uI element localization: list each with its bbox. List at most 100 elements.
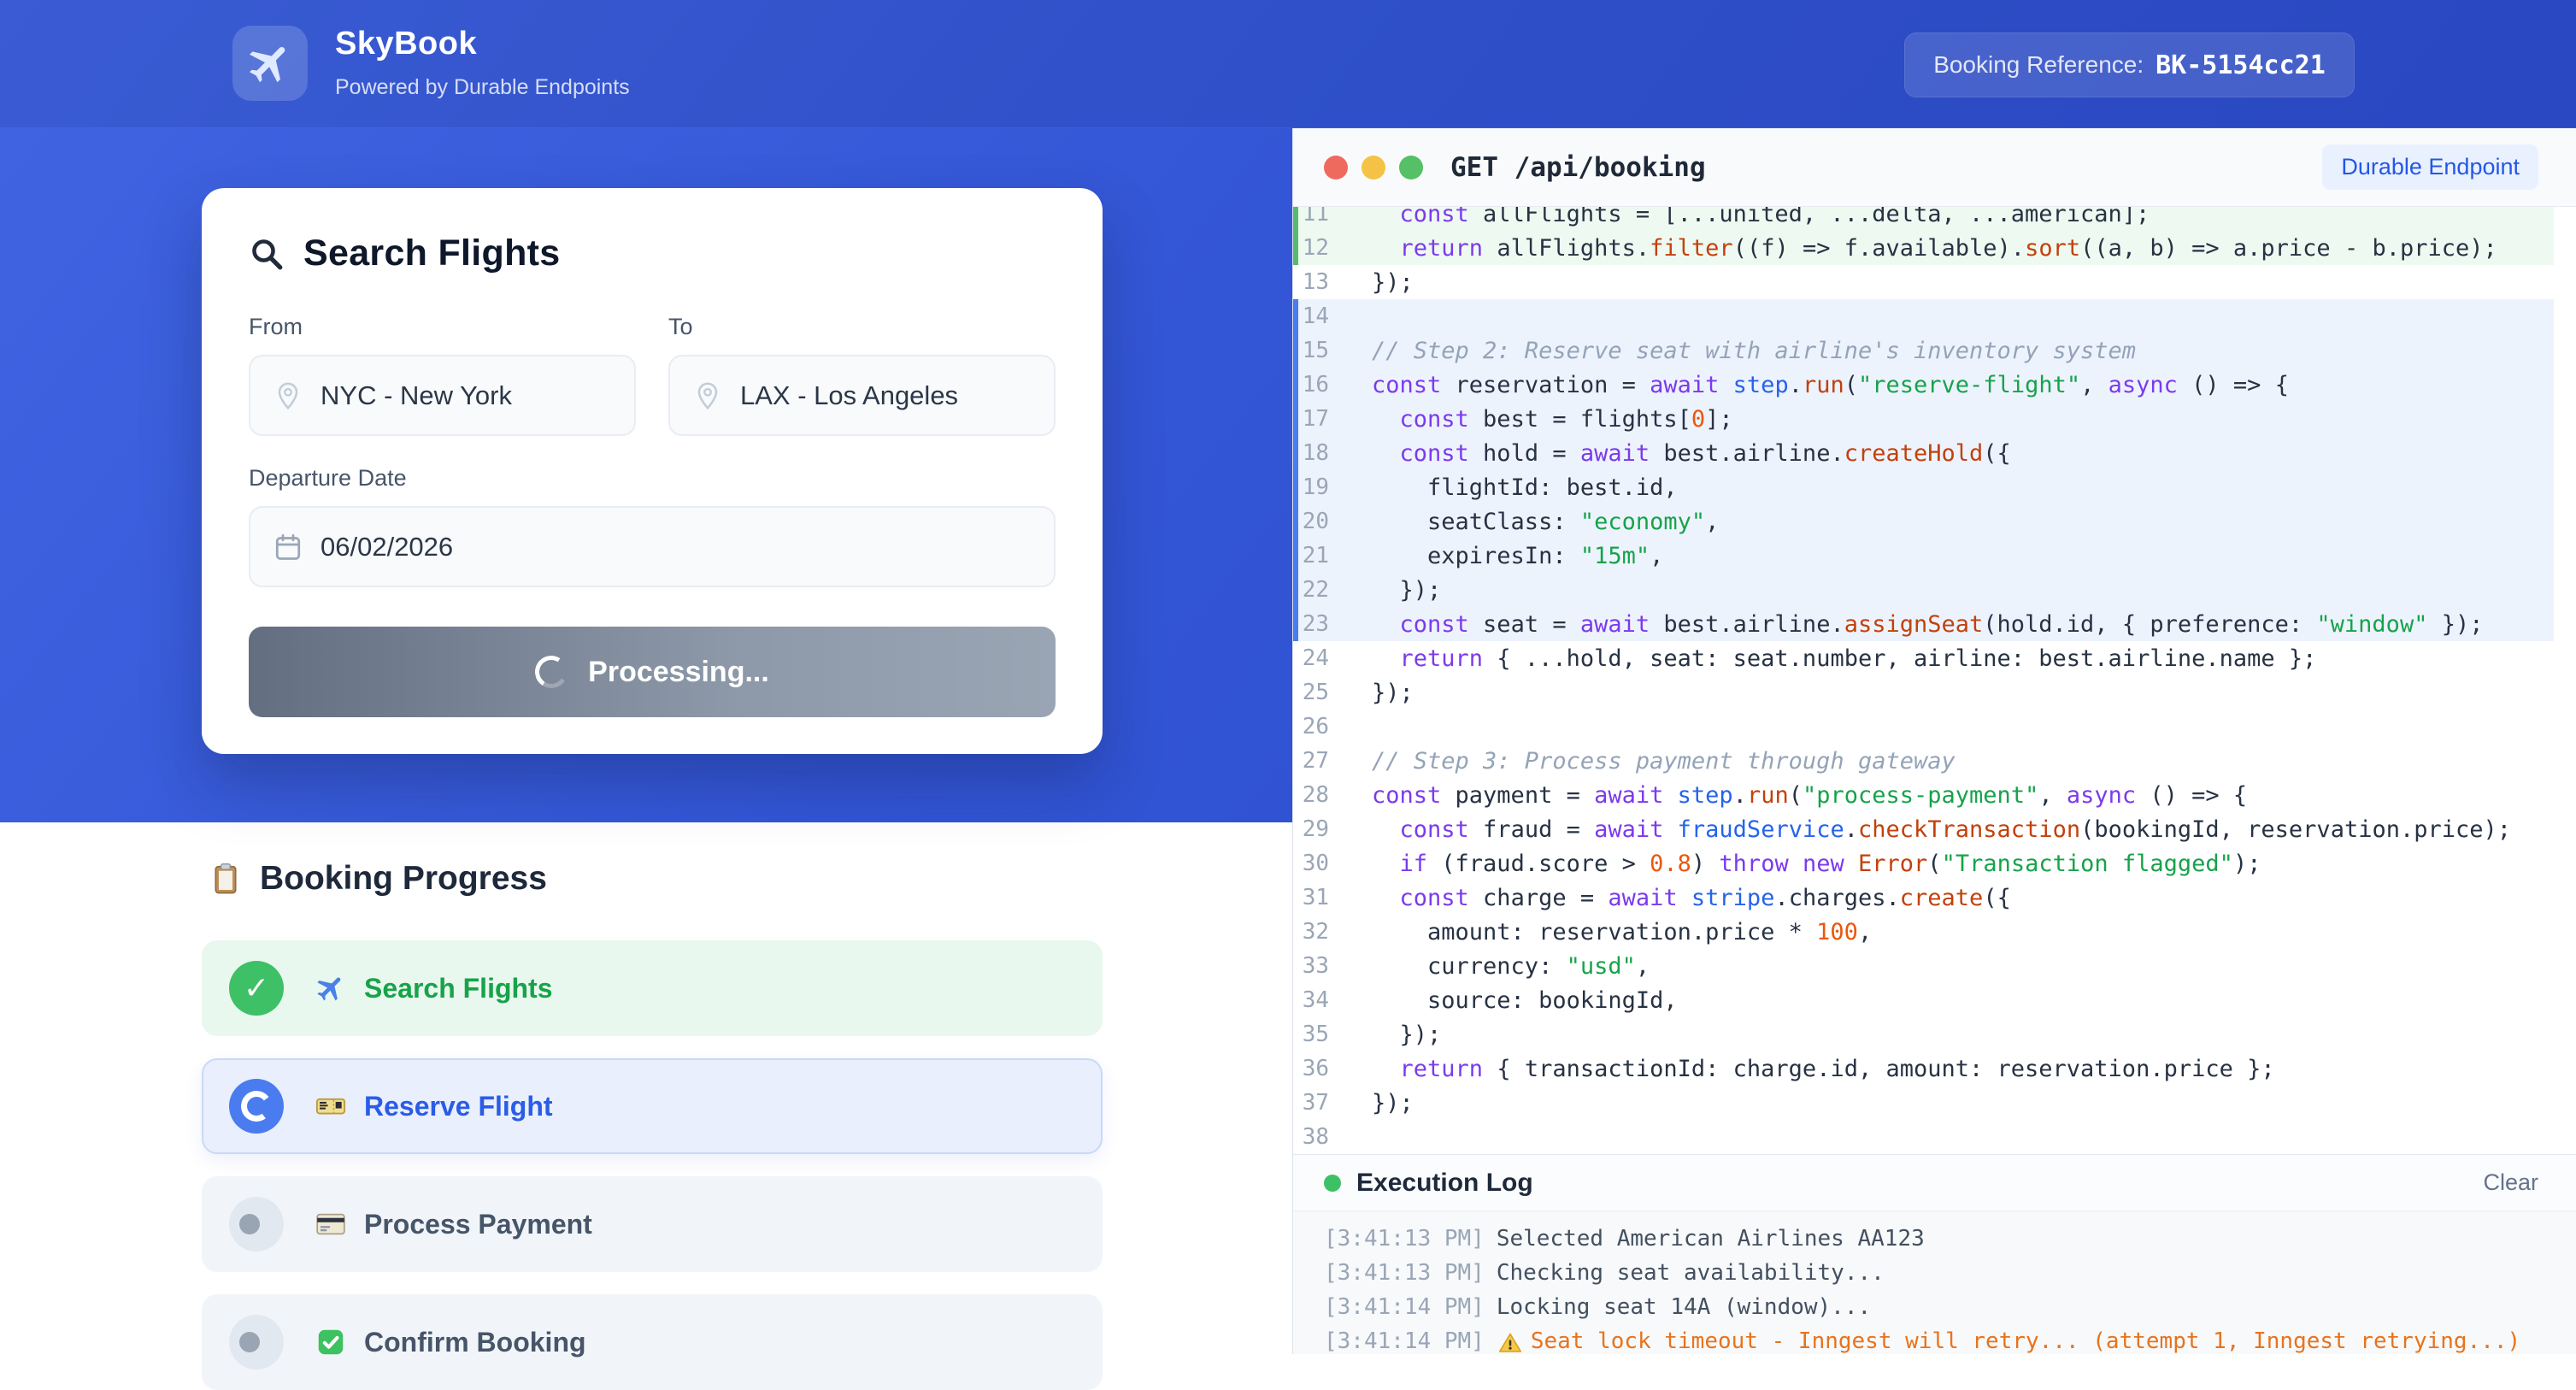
code-line-38: 38 [1293, 1120, 2554, 1154]
code-text: }); [1372, 680, 1414, 706]
log-message: Locking seat 14A (window)... [1497, 1294, 1871, 1320]
step-label: Search Flights [364, 973, 553, 1004]
calendar-icon [273, 532, 303, 562]
line-number: 35 [1298, 1022, 1372, 1047]
map-pin-icon [273, 380, 303, 411]
from-field[interactable]: NYC - New York [249, 355, 636, 436]
check-icon: ✓ [244, 971, 269, 1006]
code-line-24: 24 return { ...hold, seat: seat.number, … [1293, 641, 2554, 675]
line-number: 18 [1298, 440, 1372, 466]
app-tagline: Powered by Durable Endpoints [335, 75, 630, 100]
code-text: const hold = await best.airline.createHo… [1372, 440, 2011, 467]
code-line-15: 15// Step 2: Reserve seat with airline's… [1293, 333, 2554, 368]
code-line-34: 34 source: bookingId, [1293, 983, 2554, 1017]
line-number: 12 [1298, 235, 1372, 261]
step-pending-circle [229, 1315, 284, 1369]
app-title: SkyBook [335, 26, 477, 62]
line-number: 32 [1298, 919, 1372, 945]
line-number: 34 [1298, 987, 1372, 1013]
code-text: const best = flights[0]; [1372, 406, 1733, 433]
code-line-35: 35 }); [1293, 1017, 2554, 1051]
booking-progress-title: Booking Progress [209, 860, 547, 898]
from-label: From [249, 314, 636, 340]
code-text: return { transactionId: charge.id, amoun… [1372, 1056, 2275, 1082]
code-line-21: 21 expiresIn: "15m", [1293, 539, 2554, 573]
log-message: Seat lock timeout - Inngest will retry..… [1531, 1328, 2520, 1354]
log-entry: [3:41:13 PM]Selected American Airlines A… [1324, 1222, 2545, 1256]
log-message: Selected American Airlines AA123 [1497, 1226, 1925, 1252]
departure-date-field[interactable]: 06/02/2026 [249, 506, 1056, 587]
booking-reference-badge: Booking Reference: BK-5154cc21 [1904, 32, 2355, 97]
line-number: 31 [1298, 885, 1372, 910]
code-text: const fraud = await fraudService.checkTr… [1372, 816, 2511, 843]
window-maximize-icon[interactable] [1399, 156, 1423, 180]
line-number: 37 [1298, 1090, 1372, 1116]
code-text: // Step 3: Process payment through gatew… [1372, 748, 1956, 775]
step-loading-circle [229, 1079, 284, 1134]
step-label: Reserve Flight [364, 1091, 553, 1122]
code-line-20: 20 seatClass: "economy", [1293, 504, 2554, 539]
code-text: }); [1372, 577, 1441, 604]
to-label: To [668, 314, 1056, 340]
code-text: }); [1372, 1090, 1414, 1116]
line-number: 23 [1298, 611, 1372, 637]
code-line-28: 28const payment = await step.run("proces… [1293, 778, 2554, 812]
step-done-circle: ✓ [229, 961, 284, 1016]
code-line-17: 17 const best = flights[0]; [1293, 402, 2554, 436]
to-value: LAX - Los Angeles [740, 380, 958, 411]
code-line-32: 32 amount: reservation.price * 100, [1293, 915, 2554, 949]
to-field[interactable]: LAX - Los Angeles [668, 355, 1056, 436]
from-value: NYC - New York [321, 380, 512, 411]
check-box-icon [315, 1326, 347, 1358]
log-timestamp: [3:41:14 PM] [1324, 1328, 1485, 1354]
search-card-title: Search Flights [249, 233, 1056, 274]
booking-reference-label: Booking Reference: [1933, 51, 2144, 79]
step-process-payment: Process Payment [202, 1176, 1103, 1272]
line-number: 15 [1298, 338, 1372, 363]
code-text: return allFlights.filter((f) => f.availa… [1372, 235, 2497, 262]
log-message: Checking seat availability... [1497, 1260, 1885, 1286]
code-line-36: 36 return { transactionId: charge.id, am… [1293, 1051, 2554, 1086]
code-line-19: 19 flightId: best.id, [1293, 470, 2554, 504]
code-editor[interactable]: 11 const allFlights = [...united, ...del… [1293, 207, 2576, 1154]
execution-log-title: Execution Log [1356, 1169, 1533, 1198]
airplane-icon [245, 38, 295, 88]
code-text: const allFlights = [...united, ...delta,… [1372, 207, 2150, 227]
line-number: 17 [1298, 406, 1372, 432]
code-text: currency: "usd", [1372, 953, 1650, 980]
log-timestamp: [3:41:13 PM] [1324, 1260, 1485, 1286]
window-close-icon[interactable] [1324, 156, 1348, 180]
code-text: // Step 2: Reserve seat with airline's i… [1372, 338, 2136, 364]
booking-reference-value: BK-5154cc21 [2155, 50, 2326, 80]
step-label: Process Payment [364, 1209, 592, 1240]
spinner-icon [239, 1089, 274, 1124]
code-line-37: 37}); [1293, 1086, 2554, 1120]
step-pending-circle [229, 1197, 284, 1252]
code-line-18: 18 const hold = await best.airline.creat… [1293, 436, 2554, 470]
code-text: amount: reservation.price * 100, [1372, 919, 1872, 945]
step-confirm-booking: Confirm Booking [202, 1294, 1103, 1390]
line-number: 28 [1298, 782, 1372, 808]
live-status-icon [1324, 1175, 1341, 1192]
code-line-27: 27// Step 3: Process payment through gat… [1293, 744, 2554, 778]
line-number: 27 [1298, 748, 1372, 774]
code-text: const seat = await best.airline.assignSe… [1372, 611, 2483, 638]
magnifier-icon [249, 236, 285, 272]
line-number: 24 [1298, 645, 1372, 671]
line-number: 14 [1298, 303, 1372, 329]
line-number: 30 [1298, 851, 1372, 876]
step-label: Confirm Booking [364, 1327, 586, 1358]
pending-dot-icon [239, 1332, 260, 1352]
line-number: 16 [1298, 372, 1372, 398]
code-line-23: 23 const seat = await best.airline.assig… [1293, 607, 2554, 641]
processing-button[interactable]: Processing... [249, 627, 1056, 717]
window-minimize-icon[interactable] [1362, 156, 1385, 180]
log-entries: [3:41:13 PM] Selected American Airlines A… [1293, 1211, 2576, 1354]
durable-endpoint-badge: Durable Endpoint [2322, 144, 2538, 190]
code-line-22: 22 }); [1293, 573, 2554, 607]
clear-log-button[interactable]: Clear [2483, 1169, 2538, 1196]
code-line-25: 25}); [1293, 675, 2554, 710]
execution-log-panel: Execution Log Clear [3:41:13 PM] Selected… [1293, 1154, 2576, 1354]
code-line-13: 13}); [1293, 265, 2554, 299]
airplane-icon [315, 972, 347, 1004]
